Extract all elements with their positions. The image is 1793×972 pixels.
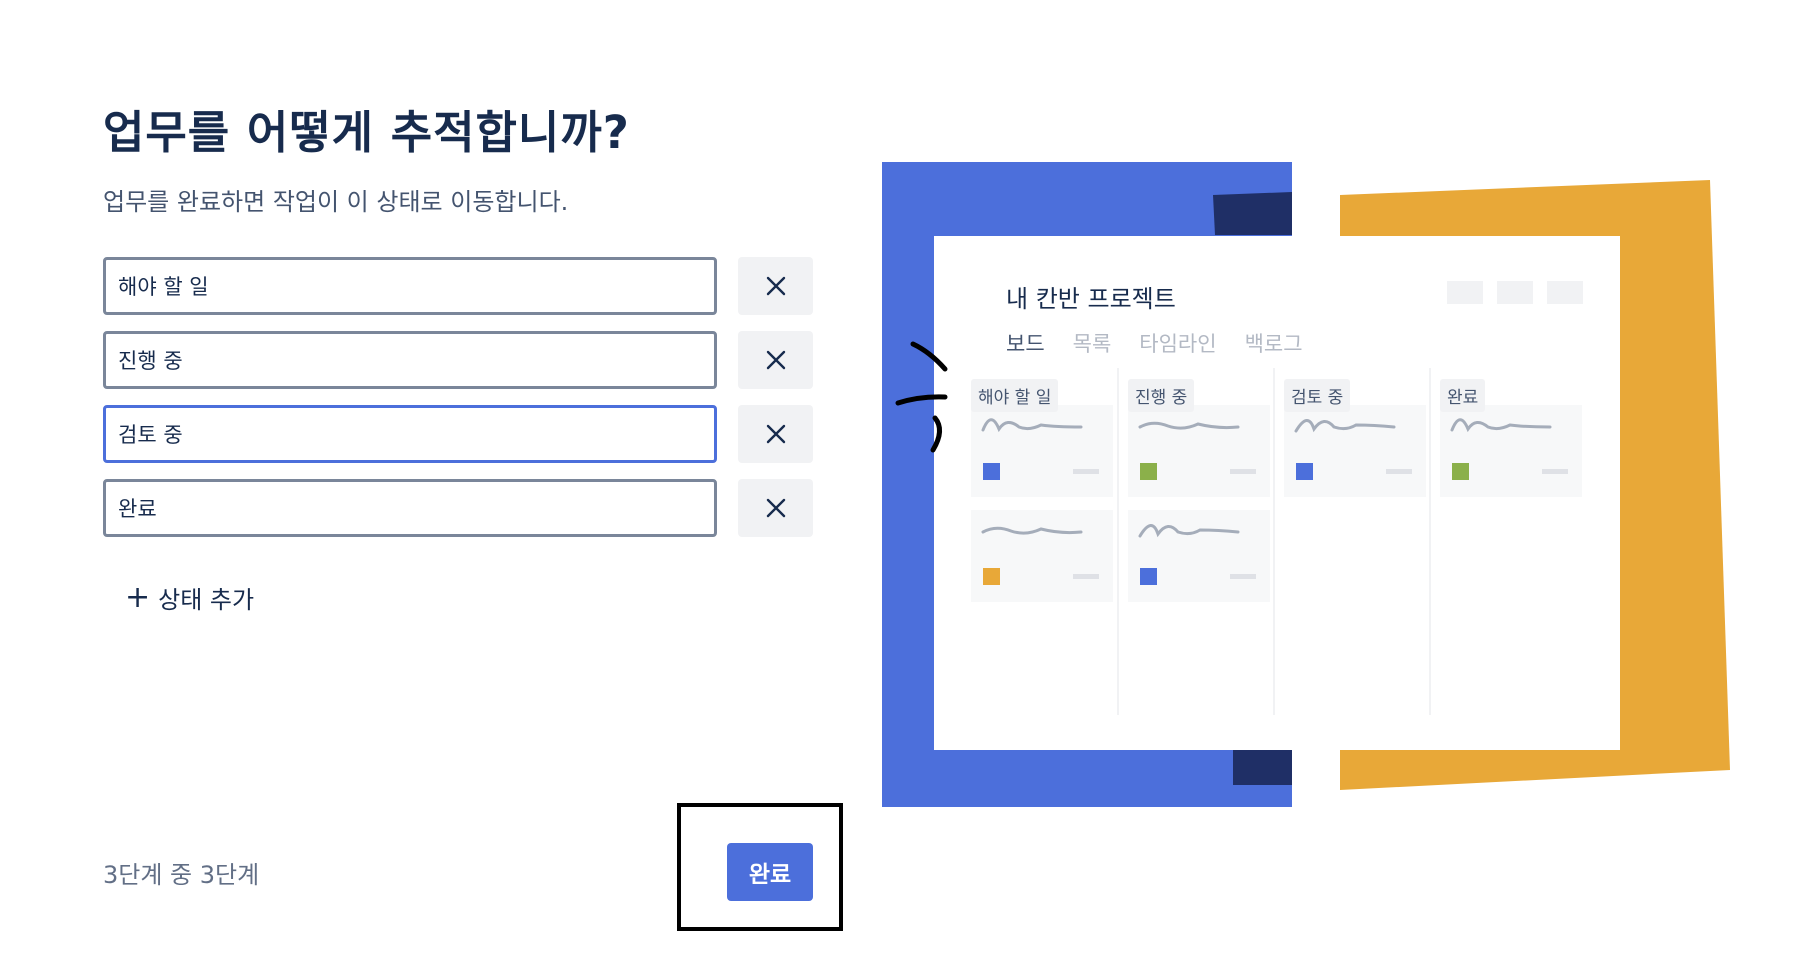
mock-card [971, 510, 1113, 602]
mock-card-line [1386, 469, 1412, 474]
mock-tab: 백로그 [1244, 332, 1303, 356]
mock-window-control [1497, 281, 1533, 304]
kanban-illustration [882, 162, 1730, 807]
mock-card-type-square [983, 463, 1000, 480]
mock-card-line [1073, 574, 1099, 579]
mock-card-type-square [983, 568, 1000, 585]
mock-window-control [1447, 281, 1483, 304]
mock-column-header: 진행 중 [1128, 379, 1195, 412]
mock-card-type-square [1296, 463, 1313, 480]
mock-card-type-square [1140, 568, 1157, 585]
mock-tab: 보드 [1006, 332, 1045, 356]
mock-column-header: 해야 할 일 [971, 379, 1059, 412]
mock-card-line [1542, 469, 1568, 474]
mock-card-line [1230, 574, 1256, 579]
navy-accent-top [1213, 192, 1292, 235]
navy-accent-bottom [1233, 750, 1292, 785]
mock-column-header: 완료 [1440, 379, 1486, 412]
mock-card [1284, 405, 1426, 497]
mock-tabs: 보드 목록 타임라인 백로그 [1006, 328, 1303, 358]
mock-card-type-square [1452, 463, 1469, 480]
mock-column-header: 검토 중 [1284, 379, 1351, 412]
mock-window-control [1547, 281, 1583, 304]
mock-card-line [1230, 469, 1256, 474]
mock-project-title: 내 칸반 프로젝트 [1006, 285, 1176, 313]
mock-card [1128, 510, 1270, 602]
mock-card-type-square [1140, 463, 1157, 480]
mock-tab: 타임라인 [1139, 332, 1217, 356]
mock-tab: 목록 [1072, 332, 1112, 356]
mock-card [1128, 405, 1270, 497]
mock-card-line [1073, 469, 1099, 474]
